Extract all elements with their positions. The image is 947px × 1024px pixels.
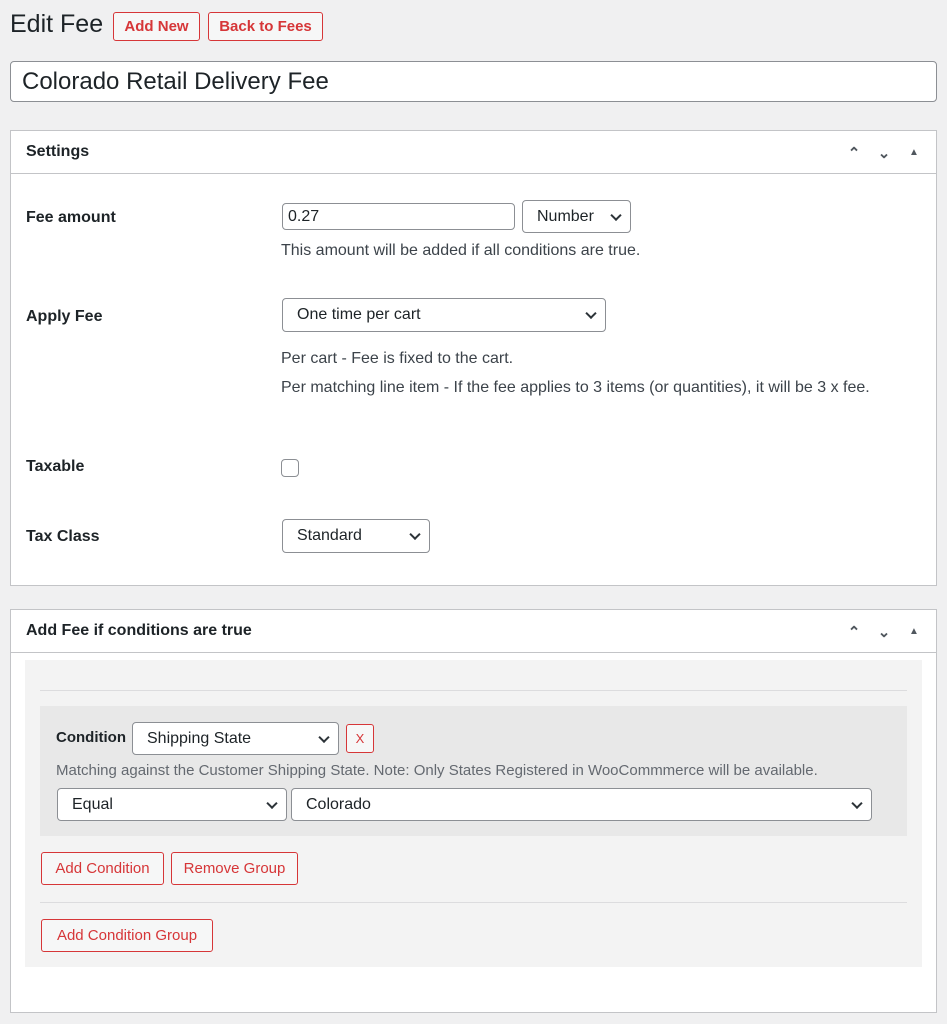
settings-title: Settings: [26, 143, 90, 160]
divider: [40, 690, 907, 691]
move-down-icon[interactable]: ⌄: [874, 144, 894, 162]
remove-condition-button[interactable]: X: [346, 724, 374, 753]
condition-type-value: Shipping State: [147, 729, 252, 747]
taxable-label: Taxable: [26, 458, 85, 475]
conditions-title: Add Fee if conditions are true: [26, 622, 252, 639]
move-down-icon[interactable]: ⌄: [874, 623, 894, 641]
page-title: Edit Fee: [10, 10, 104, 38]
chevron-down-icon: [409, 528, 421, 541]
chevron-down-icon: [851, 797, 863, 809]
fee-title-input[interactable]: Colorado Retail Delivery Fee: [10, 61, 937, 102]
chevron-down-icon: [318, 731, 330, 743]
chevron-down-icon: [610, 209, 622, 221]
add-condition-button[interactable]: Add Condition: [41, 852, 164, 885]
chevron-down-icon: [585, 307, 597, 320]
collapse-toggle-icon[interactable]: ▲: [904, 147, 924, 158]
apply-fee-desc-1: Per cart - Fee is fixed to the cart.: [281, 350, 514, 367]
fee-amount-input[interactable]: 0.27: [282, 203, 515, 230]
add-new-button[interactable]: Add New: [113, 12, 200, 41]
state-select[interactable]: Colorado: [291, 788, 872, 821]
fee-type-value: Number: [537, 207, 594, 225]
state-value: Colorado: [306, 795, 371, 813]
apply-fee-select[interactable]: One time per cart: [282, 298, 606, 332]
condition-type-select[interactable]: Shipping State: [132, 722, 339, 755]
conditions-header: Add Fee if conditions are true ⌃ ⌄ ▲: [11, 610, 936, 653]
taxable-checkbox[interactable]: [281, 459, 299, 477]
settings-header: Settings ⌃ ⌄ ▲: [11, 131, 936, 174]
apply-fee-label: Apply Fee: [26, 308, 103, 325]
operator-value: Equal: [72, 795, 113, 813]
fee-type-select[interactable]: Number: [522, 200, 631, 233]
move-up-icon[interactable]: ⌃: [844, 623, 864, 641]
move-up-icon[interactable]: ⌃: [844, 144, 864, 162]
fee-amount-desc: This amount will be added if all conditi…: [281, 242, 641, 259]
condition-label: Condition: [56, 729, 126, 746]
tax-class-value: Standard: [297, 527, 362, 544]
apply-fee-value: One time per cart: [297, 306, 421, 323]
collapse-toggle-icon[interactable]: ▲: [904, 626, 924, 637]
apply-fee-desc-2: Per matching line item - If the fee appl…: [281, 379, 870, 396]
operator-select[interactable]: Equal: [57, 788, 287, 821]
add-condition-group-button[interactable]: Add Condition Group: [41, 919, 213, 952]
chevron-down-icon: [266, 797, 278, 809]
remove-group-button[interactable]: Remove Group: [171, 852, 298, 885]
divider: [40, 902, 907, 903]
tax-class-label: Tax Class: [26, 528, 100, 545]
fee-amount-label: Fee amount: [26, 209, 116, 226]
back-to-fees-button[interactable]: Back to Fees: [208, 12, 323, 41]
tax-class-select[interactable]: Standard: [282, 519, 430, 553]
condition-desc: Matching against the Customer Shipping S…: [56, 762, 818, 779]
